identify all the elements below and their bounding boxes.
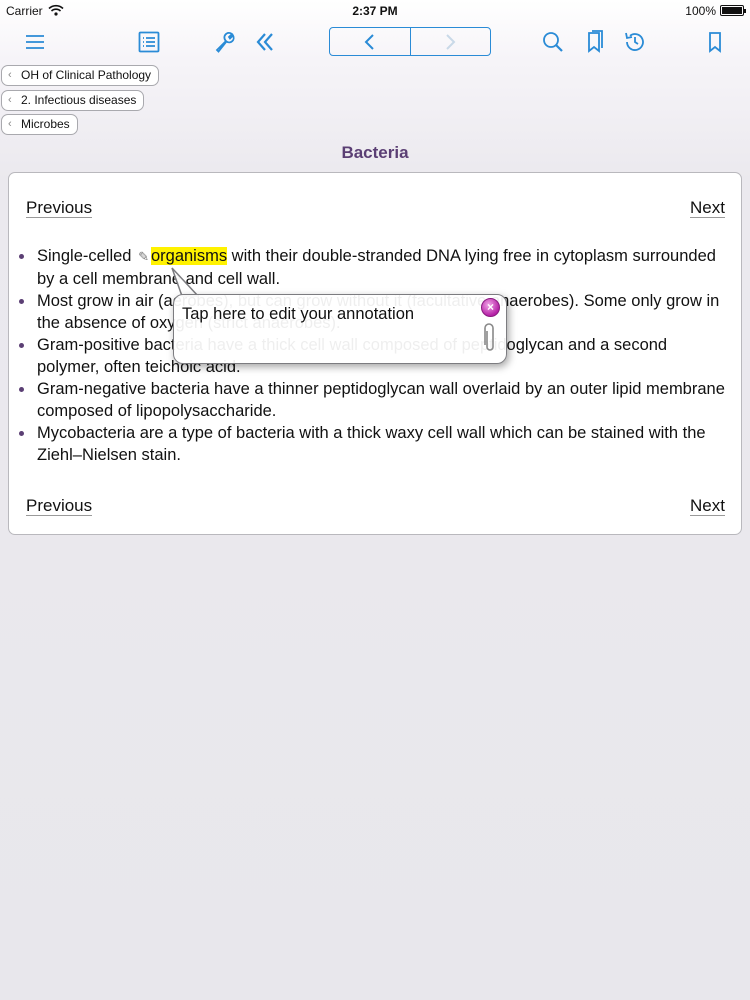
wrench-icon[interactable] (211, 28, 239, 56)
bookmarks-icon[interactable] (581, 28, 609, 56)
previous-link[interactable]: Previous (26, 199, 93, 218)
next-link[interactable]: Next (690, 199, 725, 218)
breadcrumb-item[interactable]: ‹ 2. Infectious diseases (1, 90, 145, 111)
battery-percent: 100% (685, 4, 716, 18)
chevron-right-icon (446, 33, 456, 50)
annotation-popup[interactable]: Tap here to edit your annotation × (173, 294, 507, 364)
chevron-left-icon: ‹ (8, 118, 12, 130)
next-page-button[interactable] (409, 28, 491, 55)
breadcrumb-label: 2. Infectious diseases (21, 93, 137, 107)
annotation-text[interactable]: Tap here to edit your annotation (182, 305, 414, 324)
menu-icon[interactable] (21, 28, 49, 56)
search-icon[interactable] (539, 28, 567, 56)
breadcrumb-item[interactable]: ‹ Microbes (1, 114, 78, 135)
previous-page-button[interactable] (330, 28, 410, 55)
chevron-left-icon: ‹ (8, 69, 12, 81)
battery-icon (720, 5, 746, 16)
pencil-icon[interactable]: ✎ (138, 246, 149, 268)
page-title: Bacteria (341, 143, 409, 162)
breadcrumb-label: OH of Clinical Pathology (21, 68, 152, 82)
paperclip-icon[interactable] (482, 323, 498, 353)
list-item: Mycobacteria are a type of bacteria with… (19, 422, 727, 466)
previous-link[interactable]: Previous (26, 497, 93, 516)
list-item: Gram-negative bacteria have a thinner pe… (19, 378, 727, 422)
history-icon[interactable] (621, 28, 649, 56)
bookmark-icon[interactable] (701, 28, 729, 56)
close-icon[interactable]: × (481, 298, 500, 317)
list-icon[interactable] (135, 28, 163, 56)
status-bar: Carrier 2:37 PM 100% (0, 0, 750, 22)
chevron-left-icon: ‹ (8, 94, 12, 106)
double-chevron-left-icon[interactable] (251, 28, 279, 56)
toolbar (0, 22, 750, 62)
next-link[interactable]: Next (690, 497, 725, 516)
page-navigation-control (329, 27, 491, 56)
chevron-left-icon (364, 33, 374, 50)
breadcrumb-label: Microbes (21, 117, 70, 131)
clock: 2:37 PM (352, 4, 398, 18)
breadcrumb-item[interactable]: ‹ OH of Clinical Pathology (1, 65, 160, 86)
list-item: Single-celled ✎ organisms with their doub… (19, 245, 727, 290)
highlighted-text[interactable]: organisms (150, 247, 228, 265)
